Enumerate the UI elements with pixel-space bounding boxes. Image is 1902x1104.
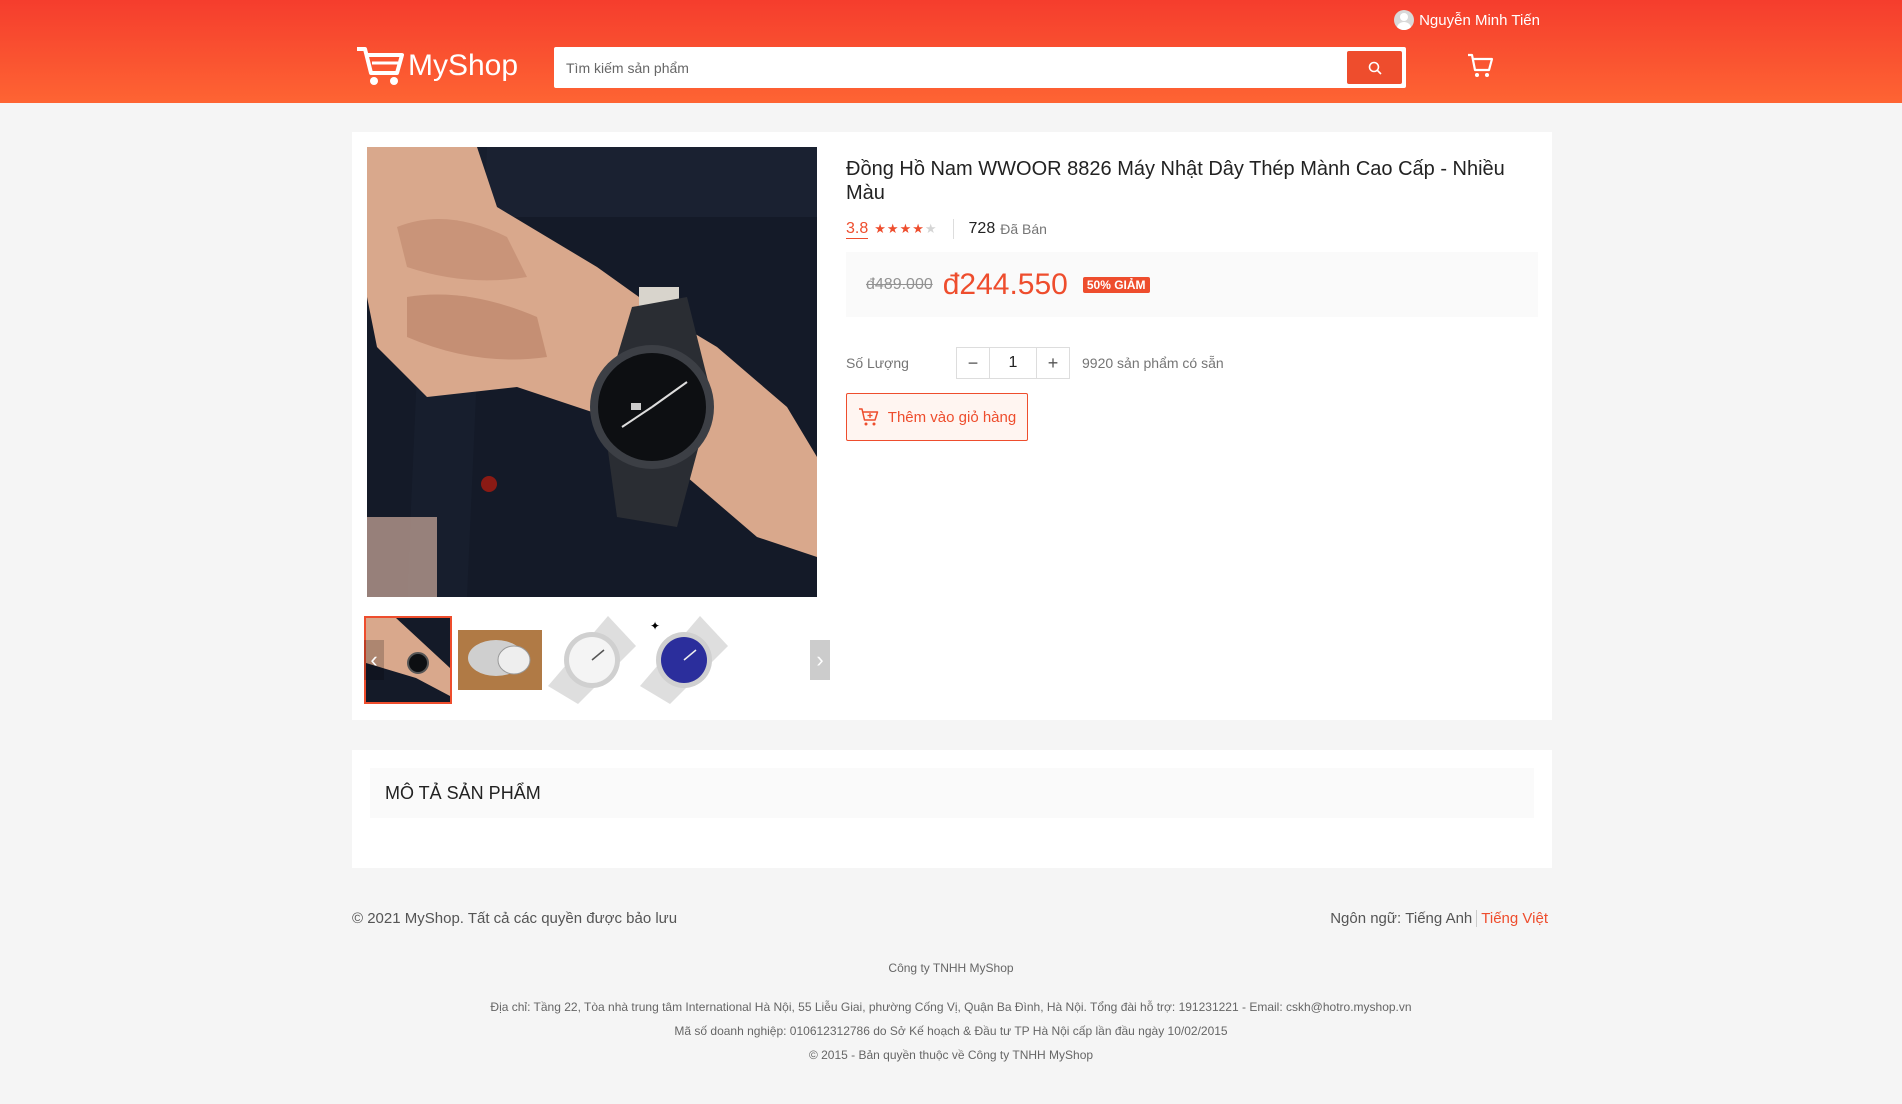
shop-logo[interactable]: MyShop <box>355 45 518 87</box>
divider <box>952 219 954 239</box>
increase-button[interactable]: + <box>1037 348 1069 378</box>
star-icon: ★ <box>874 221 886 236</box>
search-input[interactable] <box>566 52 1326 83</box>
description-panel: MÔ TẢ SẢN PHẨM <box>352 750 1552 868</box>
rating-row: 3.8 ★ ★ ★ ★ ★ 728 Đã Bán <box>846 219 1538 239</box>
product-main-image[interactable]: BOY <box>367 147 817 597</box>
star-icon: ★ <box>912 221 924 236</box>
decrease-button[interactable]: − <box>957 348 989 378</box>
original-price: đ489.000 <box>866 275 933 293</box>
product-panel: BOY <box>352 132 1552 720</box>
footer-copyright: © 2021 MyShop. Tất cả các quyền được bảo… <box>352 910 678 927</box>
product-info: Đồng Hồ Nam WWOOR 8826 Máy Nhật Dây Thép… <box>846 157 1538 441</box>
add-to-cart-label: Thêm vào giỏ hàng <box>887 408 1017 426</box>
discount-badge: 50% GIẢM <box>1082 276 1150 293</box>
footer-company: Công ty TNHH MyShop <box>888 961 1014 975</box>
language-english[interactable]: Tiếng Anh <box>1405 910 1472 927</box>
user-avatar-icon <box>1394 10 1415 30</box>
stock-info: 9920 sản phẩm có sẵn <box>1082 355 1224 371</box>
search-icon <box>1368 61 1382 75</box>
add-to-cart-button[interactable]: Thêm vào giỏ hàng <box>846 393 1028 441</box>
cart-icon[interactable] <box>1466 51 1494 79</box>
thumbnail-2[interactable] <box>456 616 544 704</box>
sold-label: Đã Bán <box>1000 221 1047 237</box>
sale-price: đ244.550 <box>942 267 1068 301</box>
chevron-right-icon: › <box>816 647 824 672</box>
svg-text:✦: ✦ <box>650 619 660 633</box>
user-name[interactable]: Nguyễn Minh Tiến <box>1419 12 1540 29</box>
product-title: Đồng Hồ Nam WWOOR 8826 Máy Nhật Dây Thép… <box>846 158 1505 204</box>
carousel-prev-button[interactable]: ‹ <box>364 640 384 680</box>
rating-score[interactable]: 3.8 <box>846 220 869 239</box>
carousel-next-button[interactable]: › <box>810 640 830 680</box>
footer-business-code: Mã số doanh nghiệp: 010612312786 do Sở K… <box>674 1024 1228 1038</box>
chevron-left-icon: ‹ <box>370 647 378 672</box>
language-label: Ngôn ngữ: <box>1330 910 1402 927</box>
thumbnail-carousel: ✦ ‹ › <box>364 616 842 704</box>
description-heading: MÔ TẢ SẢN PHẨM <box>370 768 1534 818</box>
footer-address: Địa chỉ: Tầng 22, Tòa nhà trung tâm Inte… <box>490 1000 1412 1014</box>
quantity-row: Số Lượng − 1 + 9920 sản phẩm có sẵn <box>846 347 1538 379</box>
quantity-stepper: − 1 + <box>956 347 1070 379</box>
cart-logo-icon <box>357 47 404 85</box>
search-bar <box>554 47 1406 88</box>
logo-text: MyShop <box>408 49 519 82</box>
footer-rights: © 2015 - Bản quyền thuộc về Công ty TNHH… <box>808 1048 1094 1062</box>
star-icon: ★ <box>886 221 899 236</box>
thumbnail-4[interactable]: ✦ <box>640 616 728 704</box>
language-switcher: Ngôn ngữ: Tiếng Anh Tiếng Việt <box>1330 910 1548 927</box>
search-button[interactable] <box>1347 51 1402 84</box>
price-box: đ489.000 đ244.550 50% GIẢM <box>846 252 1538 317</box>
star-icon: ★ <box>899 221 912 236</box>
add-cart-icon <box>858 408 879 426</box>
quantity-input[interactable]: 1 <box>989 348 1037 378</box>
thumbnail-3[interactable] <box>548 616 636 704</box>
language-vietnamese[interactable]: Tiếng Việt <box>1476 910 1548 927</box>
header-bar: Nguyễn Minh Tiến MyShop <box>0 0 1902 103</box>
star-empty-icon: ★ <box>924 221 937 236</box>
sold-count: 728 <box>968 220 996 237</box>
quantity-label: Số Lượng <box>846 355 909 371</box>
user-menu[interactable]: Nguyễn Minh Tiến <box>1394 10 1540 30</box>
rating-stars: ★ ★ ★ ★ ★ <box>874 221 937 237</box>
